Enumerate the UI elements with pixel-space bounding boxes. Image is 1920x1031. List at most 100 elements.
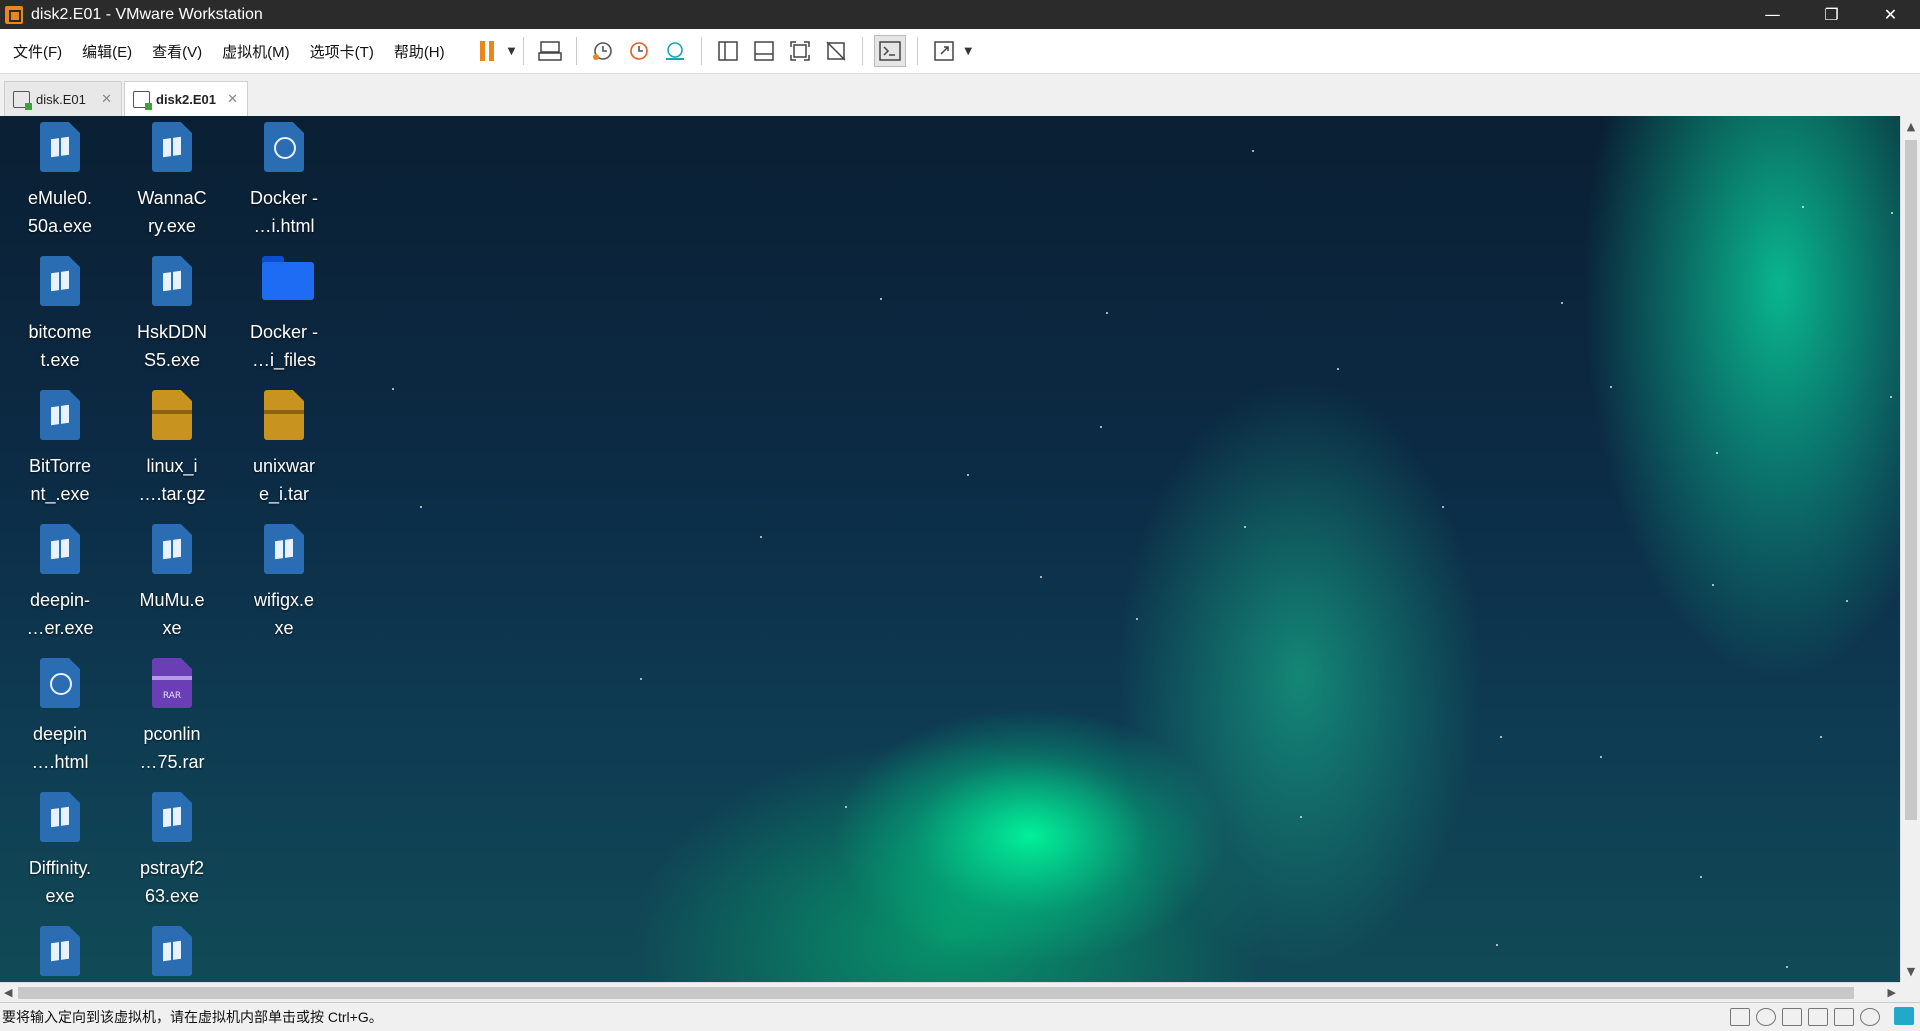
exe-file-icon — [152, 256, 192, 306]
desktop-icon-label: deepin ….html — [31, 724, 89, 772]
tab-close-icon[interactable]: ✕ — [227, 91, 238, 107]
desktop-icon-deepin-exe[interactable]: deepin- …er.exe — [4, 518, 116, 652]
keyboard-icon — [538, 41, 563, 61]
desktop-icon-deepin-html[interactable]: deepin ….html — [4, 652, 116, 786]
tab-close-icon[interactable]: ✕ — [101, 91, 112, 107]
vertical-scroll-thumb[interactable] — [1905, 140, 1917, 820]
show-thumbnail-bar-button[interactable] — [749, 36, 779, 66]
desktop-icon-pconline-rar[interactable]: RAR pconlin …75.rar — [116, 652, 228, 786]
show-library-button[interactable] — [713, 36, 743, 66]
snapshot-manager-icon — [666, 42, 685, 60]
menu-view[interactable]: 查看(V) — [145, 41, 209, 62]
exe-file-icon — [40, 390, 80, 440]
desktop-icon-label: unixwar e_i.tar — [252, 456, 316, 504]
desktop-icon-partial[interactable] — [116, 920, 228, 982]
stretch-icon — [934, 41, 955, 61]
desktop-icon-bitcomet[interactable]: bitcome t.exe — [4, 250, 116, 384]
desktop-icon-label: BitTorre nt_.exe — [28, 456, 91, 504]
pause-button[interactable] — [473, 36, 503, 66]
snapshot-button[interactable] — [588, 36, 618, 66]
full-screen-button[interactable] — [785, 36, 815, 66]
menu-tabs[interactable]: 选项卡(T) — [303, 41, 381, 62]
scroll-left-icon[interactable]: ◀ — [4, 983, 12, 1003]
desktop-icon-unixware-tar[interactable]: unixwar e_i.tar — [228, 384, 340, 518]
stretch-button[interactable] — [929, 36, 959, 66]
scroll-down-icon[interactable]: ▼ — [1901, 965, 1920, 978]
power-dropdown-icon[interactable]: ▼ — [508, 46, 516, 57]
menu-vm[interactable]: 虚拟机(M) — [215, 41, 297, 62]
desktop-icon-label: MuMu.e xe — [139, 590, 205, 638]
printer-icon[interactable] — [1808, 1008, 1828, 1026]
device-tray — [1730, 1008, 1880, 1026]
tab-disk2-e01[interactable]: disk2.E01 ✕ — [124, 81, 248, 117]
desktop-icon-label: Diffinity. exe — [28, 858, 92, 906]
exe-file-icon — [264, 524, 304, 574]
network-adapter-icon[interactable] — [1782, 1008, 1802, 1026]
scroll-corner — [1900, 982, 1920, 1002]
desktop-icon-linux-tar[interactable]: linux_i ….tar.gz — [116, 384, 228, 518]
scroll-up-icon[interactable]: ▲ — [1901, 120, 1920, 133]
unity-button[interactable] — [821, 36, 851, 66]
revert-snapshot-button[interactable] — [624, 36, 654, 66]
desktop-icon-mumu[interactable]: MuMu.e xe — [116, 518, 228, 652]
restore-button[interactable]: ❐ — [1802, 0, 1861, 29]
snapshot-manager-button[interactable] — [660, 36, 690, 66]
cd-dvd-icon[interactable] — [1756, 1008, 1776, 1026]
rar-badge: RAR — [162, 691, 182, 701]
send-ctrl-alt-del-button[interactable] — [535, 36, 565, 66]
scroll-right-icon[interactable]: ▶ — [1888, 983, 1896, 1003]
desktop-icon-hskddns[interactable]: HskDDN S5.exe — [116, 250, 228, 384]
vmware-app-icon — [5, 5, 23, 24]
vertical-scrollbar[interactable]: ▲ ▼ — [1900, 116, 1920, 982]
desktop-icon-bittorrent[interactable]: BitTorre nt_.exe — [4, 384, 116, 518]
tab-label: disk.E01 — [36, 91, 86, 107]
desktop-icon-diffinity[interactable]: Diffinity. exe — [4, 786, 116, 920]
close-button[interactable]: ✕ — [1861, 0, 1920, 29]
exe-file-icon — [40, 926, 80, 976]
html-file-icon — [40, 658, 80, 708]
console-view-button[interactable] — [874, 35, 907, 67]
horizontal-scrollbar[interactable]: ◀ ▶ — [0, 982, 1900, 1003]
exe-file-icon — [40, 122, 80, 172]
exe-file-icon — [152, 926, 192, 976]
vm-display[interactable]: eMule0. 50a.exe WannaC ry.exe Docker - …… — [0, 116, 1900, 982]
desktop-icon-wifigx[interactable]: wifigx.e xe — [228, 518, 340, 652]
rar-file-icon: RAR — [152, 658, 192, 708]
stretch-dropdown-icon[interactable]: ▼ — [964, 46, 972, 57]
hard-disk-icon[interactable] — [1730, 1008, 1750, 1026]
thumbnail-layout-icon — [754, 41, 775, 61]
exe-file-icon — [40, 792, 80, 842]
desktop-icon-label: pstrayf2 63.exe — [139, 858, 205, 906]
sound-card-icon[interactable] — [1834, 1008, 1854, 1026]
toolbar: ▼ ▼ — [470, 29, 972, 73]
desktop-icon-label: wifigx.e xe — [253, 590, 315, 638]
fullscreen-icon — [790, 41, 811, 61]
snapshot-clock-icon — [593, 42, 613, 60]
desktop-icon-docker-files[interactable]: Docker - …i_files — [228, 250, 340, 384]
desktop-icon-label: deepin- …er.exe — [26, 590, 94, 638]
horizontal-scroll-thumb[interactable] — [18, 987, 1854, 999]
menu-help[interactable]: 帮助(H) — [387, 41, 452, 62]
desktop-icon-pstrayf[interactable]: pstrayf2 63.exe — [116, 786, 228, 920]
exe-file-icon — [40, 256, 80, 306]
status-message: 要将输入定向到该虚拟机，请在虚拟机内部单击或按 Ctrl+G。 — [2, 1009, 383, 1025]
menu-file[interactable]: 文件(F) — [6, 41, 69, 62]
menu-edit[interactable]: 编辑(E) — [75, 41, 139, 62]
usb-device-icon[interactable] — [1860, 1008, 1880, 1026]
desktop-icon-label: WannaC ry.exe — [137, 188, 207, 236]
desktop-icon-partial[interactable] — [4, 920, 116, 982]
title-bar: disk2.E01 - VMware Workstation — ❐ ✕ — [0, 0, 1920, 29]
tab-disk-e01[interactable]: disk.E01 ✕ — [4, 81, 122, 116]
message-log-icon[interactable] — [1894, 1007, 1914, 1025]
folder-icon — [262, 256, 314, 300]
revert-clock-icon — [630, 42, 649, 60]
desktop-icon-wannacry[interactable]: WannaC ry.exe — [116, 116, 228, 250]
minimize-button[interactable]: — — [1743, 0, 1802, 29]
console-icon — [879, 41, 902, 61]
desktop-icon-label: Docker - …i.html — [249, 188, 318, 236]
exe-file-icon — [152, 792, 192, 842]
desktop-icon-emule[interactable]: eMule0. 50a.exe — [4, 116, 116, 250]
desktop-icon-docker-html[interactable]: Docker - …i.html — [228, 116, 340, 250]
desktop-icon-label: eMule0. 50a.exe — [27, 188, 93, 236]
menu-bar: 文件(F) 编辑(E) 查看(V) 虚拟机(M) 选项卡(T) 帮助(H) ▼ — [0, 29, 1920, 74]
